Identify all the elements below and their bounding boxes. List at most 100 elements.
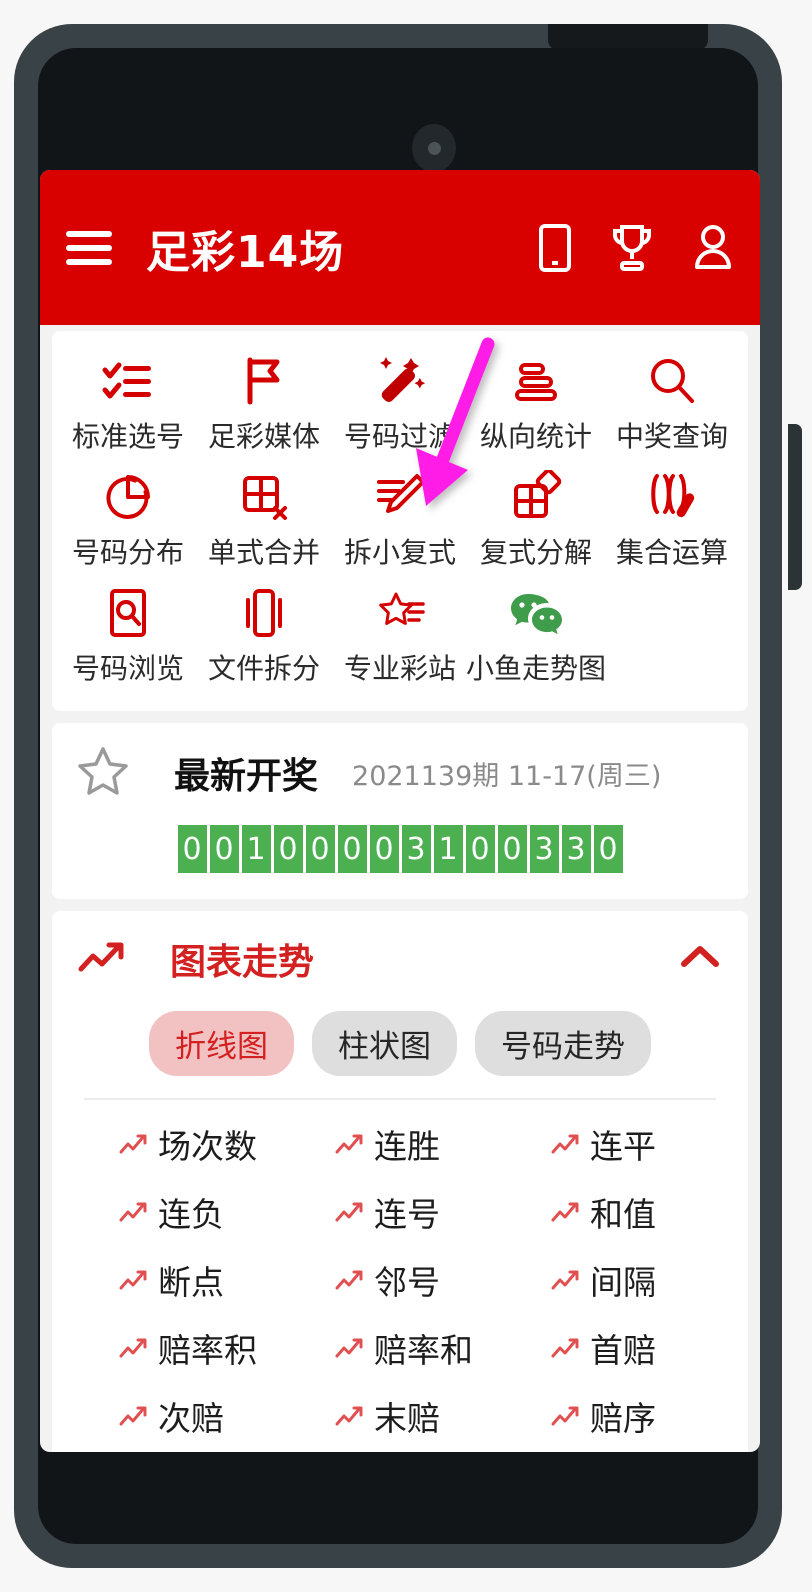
grid-item-zongxiangtongji[interactable]: 纵向统计 <box>468 345 604 461</box>
feature-grid-card: 标准选号 足彩媒体 号码过滤 纵向统计 中奖查询 号码分布 单式合并 拆小复式 … <box>52 331 748 711</box>
draw-number: 3 <box>401 825 431 873</box>
grid-item-zucaimeiti[interactable]: 足彩媒体 <box>196 345 332 461</box>
star-outline-icon[interactable] <box>74 743 132 803</box>
pencil-edit-icon <box>373 469 427 525</box>
feature-grid-row-3: 号码浏览 文件拆分 专业彩站 小鱼走势图 <box>60 577 740 693</box>
chart-metric-item[interactable]: 间隔 <box>508 1256 724 1304</box>
chart-metric-label: 首赔 <box>589 1331 656 1370</box>
wechat-icon <box>507 585 565 641</box>
file-split-icon <box>237 585 291 641</box>
latest-draw-issue: 2021139期 11-17(周三) <box>352 760 662 792</box>
trending-up-small-icon <box>550 1130 580 1158</box>
chart-metric-item[interactable]: 赔序 <box>508 1392 724 1440</box>
chart-metric-row: 断点 邻号 间隔 <box>76 1256 724 1304</box>
trending-up-small-icon <box>118 1402 148 1430</box>
chart-metric-label: 和值 <box>589 1195 656 1234</box>
grid-item-chaixiaofushi[interactable]: 拆小复式 <box>332 461 468 577</box>
grid-item-label: 纵向统计 <box>479 420 592 453</box>
chart-metric-item[interactable]: 赔率和 <box>292 1324 508 1372</box>
feature-grid-row-2: 号码分布 单式合并 拆小复式 复式分解 集合运算 <box>60 461 740 577</box>
chart-metric-item[interactable]: 赔率积 <box>76 1324 292 1372</box>
latest-draw-card: 最新开奖 2021139期 11-17(周三) 00100003100330 <box>52 723 748 899</box>
search-icon <box>645 353 699 409</box>
chart-metric-item[interactable]: 次赔 <box>76 1392 292 1440</box>
chart-type-chip[interactable]: 柱状图 <box>312 1011 457 1076</box>
draw-number: 0 <box>305 825 335 873</box>
chart-metric-label: 邻号 <box>373 1263 440 1302</box>
chart-metric-item[interactable]: 末赔 <box>292 1392 508 1440</box>
set-operation-icon <box>645 469 699 525</box>
grid-item-label: 小鱼走势图 <box>466 652 607 685</box>
draw-number: 0 <box>273 825 303 873</box>
chart-trend-header: 图表走势 <box>76 933 724 985</box>
grid-item-label: 专业彩站 <box>343 652 456 685</box>
front-camera-icon <box>412 124 456 172</box>
draw-number: 0 <box>465 825 495 873</box>
magic-wand-icon <box>372 353 428 409</box>
phone-top-tab <box>548 24 708 50</box>
divider <box>84 1098 716 1100</box>
grid-item-jiheyunsuan[interactable]: 集合运算 <box>604 461 740 577</box>
grid-item-zhongjiangchaxun[interactable]: 中奖查询 <box>604 345 740 461</box>
trending-up-small-icon <box>550 1334 580 1362</box>
chart-metric-item[interactable]: 邻号 <box>292 1256 508 1304</box>
trophy-icon[interactable] <box>610 223 654 273</box>
chart-metric-item[interactable]: 场次数 <box>76 1120 292 1168</box>
draw-number: 1 <box>433 825 463 873</box>
chart-metric-row: 场次数 连胜 连平 <box>76 1120 724 1168</box>
chart-metric-item[interactable]: 连平 <box>508 1120 724 1168</box>
chart-metric-label: 连平 <box>589 1127 656 1166</box>
chart-metric-label: 断点 <box>158 1263 224 1302</box>
trending-up-small-icon <box>118 1130 148 1158</box>
draw-number: 0 <box>593 825 623 873</box>
grid-item-fushifenjie[interactable]: 复式分解 <box>468 461 604 577</box>
draw-number: 3 <box>561 825 591 873</box>
grid-item-zhuanyecaizhan[interactable]: 专业彩站 <box>332 577 468 693</box>
chart-metric-label: 场次数 <box>158 1127 257 1166</box>
grid-item-danshihebing[interactable]: 单式合并 <box>196 461 332 577</box>
chart-type-chip[interactable]: 号码走势 <box>475 1011 651 1076</box>
trending-up-small-icon <box>334 1402 364 1430</box>
trending-up-small-icon <box>334 1266 364 1294</box>
draw-number: 3 <box>529 825 559 873</box>
chart-type-chip[interactable]: 折线图 <box>149 1011 294 1076</box>
draw-number: 1 <box>241 825 271 873</box>
chart-metric-label: 连胜 <box>373 1127 440 1166</box>
draw-numbers: 00100003100330 <box>74 825 726 873</box>
chart-trend-title: 图表走势 <box>170 942 315 983</box>
trending-up-small-icon <box>334 1198 364 1226</box>
grid-item-haomafenbu[interactable]: 号码分布 <box>60 461 196 577</box>
chart-metric-item[interactable]: 连号 <box>292 1188 508 1236</box>
chart-metric-item[interactable]: 连负 <box>76 1188 292 1236</box>
trending-up-small-icon <box>550 1402 580 1430</box>
grid-item-biaozhunxuanhao[interactable]: 标准选号 <box>60 345 196 461</box>
chart-metric-item[interactable]: 首赔 <box>508 1324 724 1372</box>
pie-chart-icon <box>101 469 155 525</box>
trending-up-small-icon <box>118 1198 148 1226</box>
chart-metric-label: 连号 <box>373 1195 440 1234</box>
user-account-icon[interactable] <box>692 223 734 273</box>
trending-up-small-icon <box>118 1334 148 1362</box>
bar-chart-horizontal-icon <box>509 353 563 409</box>
hamburger-menu-icon[interactable] <box>66 230 112 265</box>
chart-metric-label: 次赔 <box>158 1399 224 1438</box>
latest-draw-header: 最新开奖 2021139期 11-17(周三) <box>74 743 726 803</box>
chart-metric-item[interactable]: 和值 <box>508 1188 724 1236</box>
grid-item-wenjianchaifen[interactable]: 文件拆分 <box>196 577 332 693</box>
chevron-up-icon[interactable] <box>676 940 724 978</box>
grid-item-label: 号码浏览 <box>71 652 184 685</box>
mobile-device-icon[interactable] <box>538 223 572 273</box>
trending-up-small-icon <box>334 1334 364 1362</box>
grid-item-haomaguolv[interactable]: 号码过滤 <box>332 345 468 461</box>
grid-item-label: 号码分布 <box>71 536 184 569</box>
chart-metric-item[interactable]: 连胜 <box>292 1120 508 1168</box>
chart-metric-row: 连负 连号 和值 <box>76 1188 724 1236</box>
grid-item-label: 号码过滤 <box>343 420 456 453</box>
app-header: 足彩14场 <box>40 170 760 325</box>
grid-item-xiaoyuzoushitu[interactable]: 小鱼走势图 <box>466 577 607 693</box>
grid-item-haomaliulan[interactable]: 号码浏览 <box>60 577 196 693</box>
phone-side-button[interactable] <box>788 424 802 590</box>
chart-metric-row: 赔率积 赔率和 首赔 <box>76 1324 724 1372</box>
grid-item-label: 集合运算 <box>615 536 728 569</box>
chart-metric-item[interactable]: 断点 <box>76 1256 292 1304</box>
